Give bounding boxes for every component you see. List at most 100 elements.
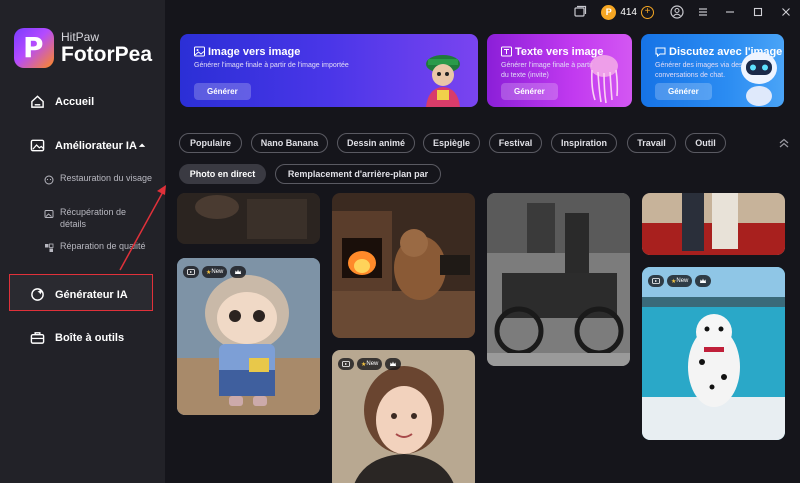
coin-icon: P xyxy=(601,4,617,20)
chip-cartoon[interactable]: Dessin animé xyxy=(337,133,415,153)
chip-inspiration[interactable]: Inspiration xyxy=(551,133,617,153)
credits-display[interactable]: P 414 + xyxy=(599,3,658,21)
sidebar-item-label: Améliorateur IA xyxy=(55,139,137,152)
gallery-card[interactable] xyxy=(177,193,320,244)
chip-live-photo[interactable]: Photo en direct xyxy=(179,164,266,184)
home-icon xyxy=(31,95,44,108)
banner-desc: Générer des images via des conversations… xyxy=(655,61,743,81)
sidebar-item-generator[interactable]: Générateur IA xyxy=(30,287,128,302)
close-button[interactable] xyxy=(772,0,800,24)
gallery-card[interactable]: ★ New xyxy=(177,258,320,415)
banner-image-to-image[interactable]: Image vers image Générer l'image finale … xyxy=(180,34,478,107)
banner-text-to-image[interactable]: Texte vers image Générer l'image finale … xyxy=(487,34,632,107)
video-icon xyxy=(187,269,195,275)
chip-playful[interactable]: Espiègle xyxy=(423,133,480,153)
sidebar-subitem-quality[interactable]: Réparation de qualité xyxy=(44,240,154,253)
banner-title: Image vers image xyxy=(208,46,301,58)
menu-icon[interactable] xyxy=(696,5,710,19)
banner-desc-line: conversations de chat. xyxy=(655,72,726,79)
crown-icon xyxy=(700,278,707,283)
chevron-up-icon: ⏶ xyxy=(138,140,146,150)
text-image-icon xyxy=(501,46,512,57)
maximize-button[interactable] xyxy=(744,0,772,24)
app-logo: P HitPaw FotorPea xyxy=(14,28,152,68)
premium-badge xyxy=(385,358,402,370)
sidebar-subitem-label: Restauration du visage xyxy=(60,173,153,183)
chip-work[interactable]: Travail xyxy=(627,133,676,153)
add-credits-button[interactable]: + xyxy=(641,5,654,19)
sidebar-item-enhancer[interactable]: Améliorateur IA ⏶ xyxy=(30,138,145,153)
gallery-card[interactable] xyxy=(642,193,785,255)
new-label: New xyxy=(676,278,689,284)
new-badge: ★ New xyxy=(667,275,693,287)
generate-button[interactable]: Générer xyxy=(655,83,712,100)
sidebar-subitem-details[interactable]: Récupération de détails xyxy=(44,206,154,230)
premium-badge xyxy=(230,266,247,278)
crown-icon xyxy=(235,269,242,274)
chip-festival[interactable]: Festival xyxy=(489,133,542,153)
crown-icon xyxy=(390,361,397,366)
video-badge xyxy=(648,275,664,287)
maximize-icon xyxy=(753,7,763,17)
video-badge xyxy=(338,358,354,370)
title-bar: P 414 + xyxy=(567,0,800,24)
sidebar: P HitPaw FotorPea Accueil Améliorateur I… xyxy=(0,0,165,483)
close-icon xyxy=(782,8,790,16)
brand-small: HitPaw xyxy=(61,30,100,44)
sidebar-item-label: Générateur IA xyxy=(55,288,128,301)
quality-repair-icon xyxy=(45,243,54,252)
brand-name: FotorPea xyxy=(61,43,153,66)
premium-badge xyxy=(695,275,712,287)
sidebar-subitem-face[interactable]: Restauration du visage xyxy=(44,172,154,185)
video-icon xyxy=(342,361,350,367)
card-badges: ★ New xyxy=(338,358,402,370)
gallery-card[interactable] xyxy=(487,193,630,366)
generate-button[interactable]: Générer xyxy=(194,83,251,100)
gallery-image xyxy=(642,193,785,255)
gallery-image xyxy=(177,258,320,415)
minimize-icon xyxy=(726,11,734,13)
gallery-card[interactable] xyxy=(332,193,475,338)
banner-desc: Générer l'image finale à partir de l'ima… xyxy=(194,62,349,69)
gallery-image xyxy=(642,267,785,440)
image-icon xyxy=(194,46,205,57)
card-badges: ★ New xyxy=(648,275,712,287)
new-badge: ★ New xyxy=(202,266,228,278)
sidebar-item-toolbox[interactable]: Boîte à outils xyxy=(30,330,124,345)
chip-nano-banana[interactable]: Nano Banana xyxy=(251,133,328,153)
chat-icon xyxy=(655,47,666,57)
sidebar-item-label: Accueil xyxy=(55,95,95,108)
video-badge xyxy=(183,266,199,278)
new-label: New xyxy=(211,269,224,275)
banner-desc-line: Générer des images via des xyxy=(655,62,743,69)
chip-popular[interactable]: Populaire xyxy=(179,133,242,153)
toolbox-icon xyxy=(30,332,45,344)
banner-illustration xyxy=(590,55,619,104)
credits-count: 414 xyxy=(620,6,637,18)
sidebar-subitem-label: Réparation de qualité xyxy=(60,241,146,251)
generate-button[interactable]: Générer xyxy=(501,83,558,100)
gallery-image xyxy=(332,193,475,338)
face-restore-icon xyxy=(44,175,54,185)
sidebar-subitem-label: Récupération de détails xyxy=(60,207,127,229)
chip-tool[interactable]: Outil xyxy=(685,133,726,153)
banner-illustration xyxy=(426,55,460,107)
video-icon xyxy=(652,278,660,284)
gallery-card[interactable]: ★ New xyxy=(332,350,475,483)
minimize-button[interactable] xyxy=(716,0,744,24)
gallery-icon[interactable] xyxy=(573,5,587,19)
banner-illustration xyxy=(741,52,777,106)
detail-recovery-icon xyxy=(44,210,54,218)
account-icon[interactable] xyxy=(670,5,684,19)
gallery-card[interactable]: ★ New xyxy=(642,267,785,440)
ai-generator-icon xyxy=(31,288,44,301)
sidebar-item-label: Boîte à outils xyxy=(55,331,125,344)
chip-background-replace[interactable]: Remplacement d'arrière-plan par xyxy=(275,164,441,184)
gallery-image xyxy=(487,193,630,366)
logo-icon: P xyxy=(14,28,54,68)
banner-chat-with-image[interactable]: Discutez avec l'image Générer des images… xyxy=(641,34,784,107)
sidebar-item-home[interactable]: Accueil xyxy=(30,94,94,109)
collapse-chevron-icon[interactable] xyxy=(778,137,790,149)
gallery-image xyxy=(177,193,320,244)
new-label: New xyxy=(366,361,379,367)
